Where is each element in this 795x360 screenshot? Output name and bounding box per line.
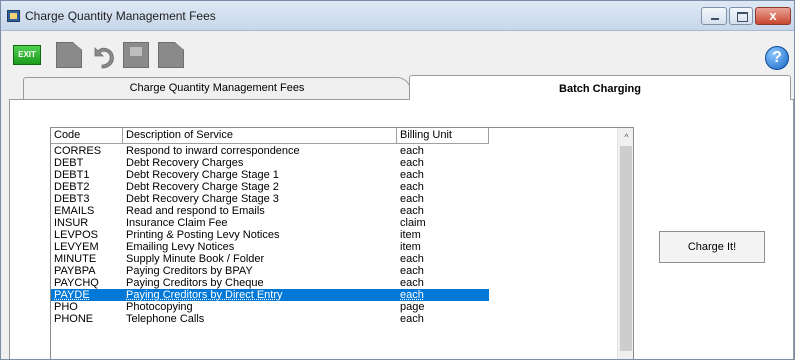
column-header-code[interactable]: Code: [51, 128, 123, 144]
row-billing-unit: claim: [400, 217, 426, 229]
row-description: Insurance Claim Fee: [126, 217, 228, 229]
close-icon: x: [769, 8, 777, 23]
table-row[interactable]: DEBT3 Debt Recovery Charge Stage 3 each: [51, 193, 617, 205]
table-row[interactable]: EMAILS Read and respond to Emails each: [51, 205, 617, 217]
table-row[interactable]: INSUR Insurance Claim Fee claim: [51, 217, 617, 229]
row-code: MINUTE: [54, 253, 97, 265]
table-row[interactable]: DEBT2 Debt Recovery Charge Stage 2 each: [51, 181, 617, 193]
scroll-up-icon[interactable]: ^: [618, 128, 633, 145]
app-window: Charge Quantity Management Fees x EXIT ?…: [0, 0, 795, 360]
row-billing-unit: page: [400, 301, 425, 313]
row-billing-unit: each: [400, 313, 424, 325]
table-row-selected[interactable]: PAYDE Paying Creditors by Direct Entry eac…: [51, 289, 489, 301]
batch-charging-panel: Code Description of Service Billing Unit…: [9, 99, 794, 359]
row-code: PHONE: [54, 313, 94, 325]
column-header-description[interactable]: Description of Service: [123, 128, 397, 144]
row-code: PHO: [54, 301, 78, 313]
row-billing-unit: each: [400, 193, 424, 205]
window-title: Charge Quantity Management Fees: [25, 9, 216, 23]
row-billing-unit: each: [400, 277, 424, 289]
row-code: PAYCHQ: [54, 277, 99, 289]
tab-batch-charging[interactable]: Batch Charging: [409, 75, 791, 100]
row-billing-unit: item: [400, 241, 421, 253]
row-code: DEBT2: [54, 181, 90, 193]
row-billing-unit: each: [400, 169, 424, 181]
table-row[interactable]: DEBT1 Debt Recovery Charge Stage 1 each: [51, 169, 617, 181]
undo-arrow-svg: [94, 47, 114, 69]
list-header: Code Description of Service Billing Unit: [51, 128, 617, 144]
service-list[interactable]: Code Description of Service Billing Unit…: [50, 127, 634, 359]
row-code: PAYDE: [54, 289, 90, 301]
charge-it-button[interactable]: Charge It!: [659, 231, 765, 263]
row-billing-unit: each: [400, 157, 424, 169]
row-description: Debt Recovery Charge Stage 1: [126, 169, 279, 181]
table-row[interactable]: PAYBPA Paying Creditors by BPAY each: [51, 265, 617, 277]
save-icon[interactable]: [123, 42, 149, 68]
close-button[interactable]: x: [755, 7, 791, 25]
maximize-button[interactable]: [729, 7, 753, 25]
row-code: INSUR: [54, 217, 89, 229]
row-description: Debt Recovery Charge Stage 2: [126, 181, 279, 193]
toolbar: EXIT ?: [1, 32, 794, 72]
row-description: Paying Creditors by Cheque: [126, 277, 264, 289]
table-row[interactable]: LEVPOS Printing & Posting Levy Notices ite…: [51, 229, 617, 241]
row-billing-unit: each: [400, 265, 424, 277]
column-header-billing-unit[interactable]: Billing Unit: [397, 128, 489, 144]
row-billing-unit: each: [400, 145, 424, 157]
row-description: Paying Creditors by BPAY: [126, 265, 253, 277]
table-row[interactable]: PHONE Telephone Calls each: [51, 313, 617, 325]
scroll-thumb[interactable]: [620, 146, 632, 351]
row-code: DEBT1: [54, 169, 90, 181]
tab-charge-quantity-management-fees[interactable]: Charge Quantity Management Fees: [23, 77, 411, 99]
export-document-icon[interactable]: [158, 42, 184, 68]
row-code: CORRES: [54, 145, 102, 157]
row-code: LEVPOS: [54, 229, 99, 241]
row-description: Paying Creditors by Direct Entry: [126, 289, 283, 301]
row-billing-unit: each: [400, 253, 424, 265]
row-code: DEBT3: [54, 193, 90, 205]
title-bar: Charge Quantity Management Fees x: [1, 1, 794, 31]
app-icon: [7, 10, 20, 22]
row-code: DEBT: [54, 157, 84, 169]
row-billing-unit: each: [400, 289, 424, 301]
row-description: Debt Recovery Charges: [126, 157, 244, 169]
vertical-scrollbar[interactable]: ^: [617, 128, 633, 359]
new-document-icon[interactable]: [56, 42, 82, 68]
row-description: Respond to inward correspondence: [126, 145, 300, 157]
row-billing-unit: item: [400, 229, 421, 241]
row-description: Debt Recovery Charge Stage 3: [126, 193, 279, 205]
minimize-button[interactable]: [701, 7, 727, 25]
row-description: Printing & Posting Levy Notices: [126, 229, 280, 241]
row-description: Photocopying: [126, 301, 193, 313]
exit-button[interactable]: EXIT: [13, 45, 41, 65]
list-rows: CORRES Respond to inward correspondence ea…: [51, 145, 617, 325]
table-row[interactable]: LEVYEM Emailing Levy Notices item: [51, 241, 617, 253]
table-row[interactable]: DEBT Debt Recovery Charges each: [51, 157, 617, 169]
row-description: Telephone Calls: [126, 313, 205, 325]
help-icon[interactable]: ?: [765, 46, 789, 70]
undo-icon[interactable]: [89, 42, 115, 69]
row-description: Emailing Levy Notices: [126, 241, 235, 253]
row-billing-unit: each: [400, 181, 424, 193]
row-billing-unit: each: [400, 205, 424, 217]
table-row[interactable]: CORRES Respond to inward correspondence ea…: [51, 145, 617, 157]
row-code: EMAILS: [54, 205, 95, 217]
table-row[interactable]: PAYCHQ Paying Creditors by Cheque each: [51, 277, 617, 289]
table-row[interactable]: PHO Photocopying page: [51, 301, 617, 313]
row-description: Read and respond to Emails: [126, 205, 265, 217]
row-code: PAYBPA: [54, 265, 96, 277]
table-row[interactable]: MINUTE Supply Minute Book / Folder each: [51, 253, 617, 265]
row-code: LEVYEM: [54, 241, 99, 253]
row-description: Supply Minute Book / Folder: [126, 253, 265, 265]
